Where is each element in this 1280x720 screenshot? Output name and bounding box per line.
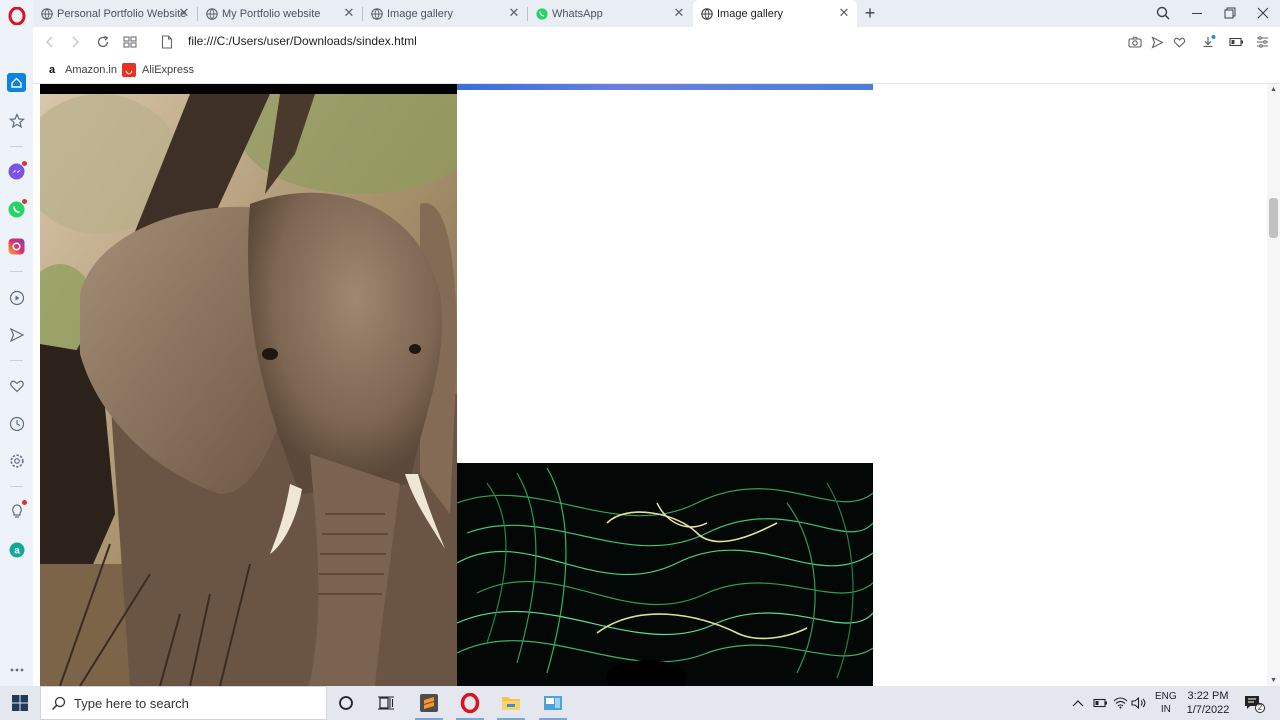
bookmark-heart-icon[interactable] xyxy=(1170,33,1188,51)
globe-icon xyxy=(206,7,218,20)
address-bar[interactable]: file:///C:/Users/user/Downloads/sindex.h… xyxy=(188,34,417,48)
search-tabs-icon[interactable] xyxy=(1146,0,1180,26)
whatsapp-icon[interactable] xyxy=(7,199,27,219)
task-view-icon[interactable] xyxy=(375,692,397,714)
bookmark-label: Amazon.in xyxy=(65,64,117,76)
clock[interactable]: 3:22 PM 1/7/2022 xyxy=(1186,686,1230,720)
light-painting-photo[interactable] xyxy=(457,463,873,686)
bookmarks-bar: a Amazon.in ◡ AliExpress xyxy=(33,57,1280,84)
tab-title: Image gallery xyxy=(717,7,784,20)
opera-sidebar: a xyxy=(0,0,33,686)
tab-image-gallery-active[interactable]: Image gallery ✕ xyxy=(693,0,857,27)
close-tab-icon[interactable]: ✕ xyxy=(177,5,191,20)
tab-title: WhatsApp xyxy=(552,7,603,20)
forward-icon[interactable] xyxy=(66,33,84,51)
browser-toolbar: file:///C:/Users/user/Downloads/sindex.h… xyxy=(33,27,1280,57)
restore-icon[interactable] xyxy=(1213,0,1247,26)
back-icon[interactable] xyxy=(41,33,59,51)
language-bottom: IN xyxy=(1160,704,1171,715)
vertical-scrollbar[interactable]: ▲ ▼ xyxy=(1267,84,1280,686)
clock-time: 3:22 PM xyxy=(1187,690,1229,702)
tab-personal-portfolio[interactable]: Personal Portfolio Website ✕ xyxy=(33,0,197,27)
tab-title: Personal Portfolio Website xyxy=(57,7,187,20)
aria-icon[interactable]: a xyxy=(7,540,26,559)
tab-title: My Portfolio website xyxy=(222,7,321,20)
downloads-icon[interactable] xyxy=(1200,33,1218,51)
bookmark-label: AliExpress xyxy=(142,64,194,76)
globe-icon xyxy=(701,7,713,20)
search-placeholder: Type here to search xyxy=(74,695,189,711)
amazon-icon: a xyxy=(48,64,56,76)
tab-my-portfolio[interactable]: My Portfolio website ✕ xyxy=(198,0,362,27)
scroll-down-arrow-icon[interactable]: ▼ xyxy=(1270,677,1277,684)
close-tab-icon[interactable]: ✕ xyxy=(507,5,521,20)
notification-center-icon[interactable]: 2 xyxy=(1244,686,1265,720)
player-icon[interactable] xyxy=(7,288,26,307)
volume-icon[interactable] xyxy=(1131,686,1147,720)
close-window-icon[interactable] xyxy=(1246,0,1280,26)
minimize-icon[interactable] xyxy=(1180,0,1214,26)
instagram-icon[interactable] xyxy=(7,237,26,256)
image-bottom-edge xyxy=(40,84,457,94)
whatsapp-icon xyxy=(536,7,548,20)
battery-icon[interactable] xyxy=(1093,686,1108,720)
globe-icon xyxy=(371,7,383,20)
close-tab-icon[interactable]: ✕ xyxy=(837,5,851,20)
globe-icon xyxy=(41,7,53,20)
tab-title: Image gallery xyxy=(387,7,454,20)
send-flow-icon[interactable] xyxy=(1148,33,1166,51)
scrollbar-thumb[interactable] xyxy=(1269,198,1278,238)
accent-bar xyxy=(457,84,873,90)
taskbar-search-input[interactable]: Type here to search xyxy=(40,686,327,720)
history-clock-icon[interactable] xyxy=(7,414,26,433)
speed-dial-star-icon[interactable] xyxy=(7,111,26,130)
tab-strip: Personal Portfolio Website ✕ My Portfoli… xyxy=(33,0,1280,27)
scroll-up-arrow-icon[interactable]: ▲ xyxy=(1270,86,1277,93)
sublime-text-icon[interactable] xyxy=(418,692,440,714)
bookmark-aliexpress[interactable]: ◡ AliExpress xyxy=(122,63,194,77)
cortana-icon[interactable] xyxy=(335,692,357,714)
close-tab-icon[interactable]: ✕ xyxy=(672,5,686,20)
heart-icon[interactable] xyxy=(7,376,26,395)
snapshot-camera-icon[interactable] xyxy=(1126,33,1144,51)
wifi-icon[interactable] xyxy=(1113,686,1128,720)
notification-count: 2 xyxy=(1255,703,1265,713)
language-indicator[interactable]: ENG IN xyxy=(1155,686,1177,720)
settings-gear-icon[interactable] xyxy=(7,451,26,470)
home-icon[interactable] xyxy=(7,73,26,92)
aliexpress-icon: ◡ xyxy=(122,63,136,77)
search-icon xyxy=(51,696,66,711)
windows-start-icon[interactable] xyxy=(9,692,31,714)
elephant-photo[interactable] xyxy=(40,94,457,686)
windows-taskbar: Type here to search ENG IN 3:22 PM 1/7/2… xyxy=(0,686,1280,720)
more-options-icon[interactable] xyxy=(7,660,26,679)
opera-logo-icon[interactable] xyxy=(7,6,26,25)
control-panel-icon[interactable] xyxy=(542,692,564,714)
tips-lightbulb-icon[interactable] xyxy=(7,500,27,520)
my-flow-icon[interactable] xyxy=(7,325,26,344)
new-tab-plus-icon[interactable]: + xyxy=(853,0,887,26)
file-page-icon xyxy=(158,33,176,51)
tabs-grid-icon[interactable] xyxy=(121,33,139,51)
battery-saver-icon[interactable] xyxy=(1227,33,1245,51)
reload-icon[interactable] xyxy=(94,33,112,51)
clock-date: 1/7/2022 xyxy=(1186,704,1230,716)
svg-text:a: a xyxy=(14,545,20,556)
messenger-icon[interactable] xyxy=(7,161,27,181)
page-viewport xyxy=(33,84,1267,686)
easy-setup-icon[interactable] xyxy=(1253,33,1271,51)
language-top: ENG xyxy=(1155,691,1177,702)
file-explorer-icon[interactable] xyxy=(500,692,522,714)
show-hidden-icons-icon[interactable] xyxy=(1072,686,1084,720)
opera-taskbar-icon[interactable] xyxy=(459,692,481,714)
tab-whatsapp[interactable]: WhatsApp ✕ xyxy=(528,0,692,27)
tab-image-gallery[interactable]: Image gallery ✕ xyxy=(363,0,527,27)
bookmark-amazon[interactable]: a Amazon.in xyxy=(45,63,117,77)
close-tab-icon[interactable]: ✕ xyxy=(342,5,356,20)
